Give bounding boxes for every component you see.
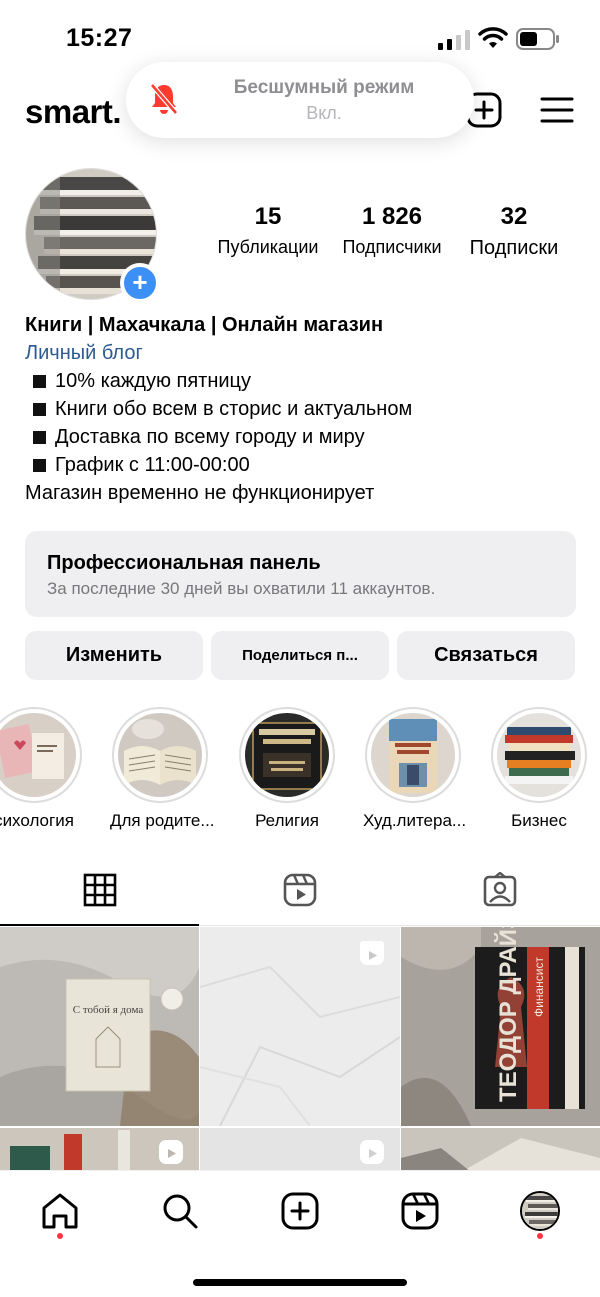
highlight-cover-image — [371, 713, 455, 797]
post-book-subtitle: Финансист — [532, 957, 546, 1017]
reel-badge-icon — [360, 941, 384, 965]
highlight-fiction[interactable]: Худ.литера... — [363, 707, 467, 831]
bio-line: Доставка по всему городу и миру — [25, 423, 585, 451]
share-profile-button[interactable]: Поделиться п... — [211, 631, 389, 680]
highlight-cover-image — [245, 713, 329, 797]
home-icon[interactable] — [40, 1191, 80, 1231]
bio-note: Магазин временно не функционирует — [25, 482, 375, 504]
stat-value: 32 — [500, 203, 528, 230]
black-square-icon — [33, 458, 46, 472]
bio-line-text: График с 11:00-00:00 — [55, 454, 250, 476]
followers-count[interactable]: 1 826 Подписчики — [334, 203, 450, 258]
status-time: 15:27 — [66, 24, 133, 52]
highlight-cover-image — [0, 713, 76, 797]
highlight-parents[interactable]: Для родите... — [110, 707, 215, 831]
post-book-title: ТЕОДОР ДРАЙЗЕР — [494, 927, 522, 1102]
professional-dashboard[interactable]: Профессиональная панель За последние 30 … — [25, 531, 576, 617]
bio-line-text: Доставка по всему городу и миру — [55, 426, 365, 448]
post-tile[interactable] — [200, 927, 400, 1126]
hamburger-menu-icon[interactable] — [540, 95, 574, 125]
post-tile[interactable] — [0, 1128, 199, 1172]
profile-bio: Книги | Махачкала | Онлайн магазин Личны… — [25, 311, 585, 507]
search-icon[interactable] — [160, 1191, 200, 1231]
reels-icon[interactable] — [400, 1191, 440, 1231]
battery-icon — [516, 28, 559, 50]
stat-label: Подписки — [469, 237, 559, 259]
post-tile[interactable]: ТЕОДОР ДРАЙЗЕР Финансист — [401, 927, 600, 1126]
bio-category[interactable]: Личный блог — [25, 339, 585, 367]
wifi-icon — [478, 27, 508, 48]
pro-panel-subtitle: За последние 30 дней вы охватили 11 акка… — [47, 579, 436, 598]
add-story-button[interactable]: + — [120, 263, 160, 303]
bio-line: Книги обо всем в сторис и актуальном — [25, 395, 585, 423]
highlight-religion[interactable]: Религия — [237, 707, 337, 831]
grid-tab-icon[interactable] — [82, 872, 118, 908]
reel-badge-icon — [360, 1140, 384, 1164]
post-tile[interactable] — [200, 1128, 400, 1172]
highlight-label: Религия — [255, 811, 319, 830]
posts-count[interactable]: 15 Публикации — [210, 203, 326, 258]
edit-profile-button[interactable]: Изменить — [25, 631, 203, 680]
post-image — [401, 1128, 600, 1172]
silent-mode-toast: Бесшумный режим Вкл. — [126, 62, 474, 138]
tagged-tab-icon[interactable] — [482, 872, 518, 908]
reels-tab-icon[interactable] — [282, 872, 318, 908]
bio-line: График с 11:00-00:00 — [25, 451, 585, 479]
following-count[interactable]: 32 Подписки — [456, 203, 572, 260]
bio-line: 10% каждую пятницу — [25, 367, 585, 395]
reel-badge-icon — [159, 1140, 183, 1164]
create-icon[interactable] — [280, 1191, 320, 1231]
highlight-label: Для родите... — [110, 811, 215, 830]
profile-username[interactable]: smart. — [25, 93, 122, 131]
highlight-cover-image — [497, 713, 581, 797]
highlight-label: сихология — [0, 811, 74, 830]
black-square-icon — [33, 402, 46, 416]
post-tile[interactable]: С тобой я дома — [0, 927, 199, 1126]
post-image: С тобой я дома — [0, 927, 199, 1126]
tab-divider — [199, 925, 600, 926]
contact-button[interactable]: Связаться — [397, 631, 575, 680]
profile-tab-avatar[interactable] — [520, 1191, 560, 1231]
stat-value: 1 826 — [361, 203, 423, 230]
highlight-business[interactable]: Бизнес — [489, 707, 589, 831]
stat-label: Публикации — [217, 237, 319, 257]
stat-value: 15 — [254, 203, 282, 230]
silent-mode-status: Вкл. — [306, 103, 342, 123]
highlight-cover-image — [118, 713, 202, 797]
notification-dot — [57, 1233, 63, 1239]
post-image: ТЕОДОР ДРАЙЗЕР Финансист — [401, 927, 600, 1126]
bio-line-text: Книги обо всем в сторис и актуальном — [55, 398, 413, 420]
stat-label: Подписчики — [342, 237, 442, 257]
pro-panel-title: Профессиональная панель — [47, 552, 321, 574]
black-square-icon — [33, 374, 46, 388]
highlight-label: Худ.литера... — [363, 811, 467, 830]
post-book-title: С тобой я дома — [73, 1004, 144, 1016]
home-indicator — [193, 1279, 407, 1286]
highlight-psychology[interactable]: сихология — [0, 707, 84, 831]
black-square-icon — [33, 430, 46, 444]
post-tile[interactable] — [401, 1128, 600, 1172]
bio-name: Книги | Махачкала | Онлайн магазин — [25, 314, 384, 336]
highlight-label: Бизнес — [511, 811, 567, 830]
notification-dot — [537, 1233, 543, 1239]
cellular-signal-icon — [438, 30, 470, 50]
bio-line-text: 10% каждую пятницу — [55, 370, 251, 392]
silent-mode-title: Бесшумный режим — [233, 77, 415, 98]
books-stack-image — [522, 1193, 558, 1229]
bottom-navigation — [0, 1170, 600, 1297]
active-tab-indicator — [0, 924, 199, 926]
